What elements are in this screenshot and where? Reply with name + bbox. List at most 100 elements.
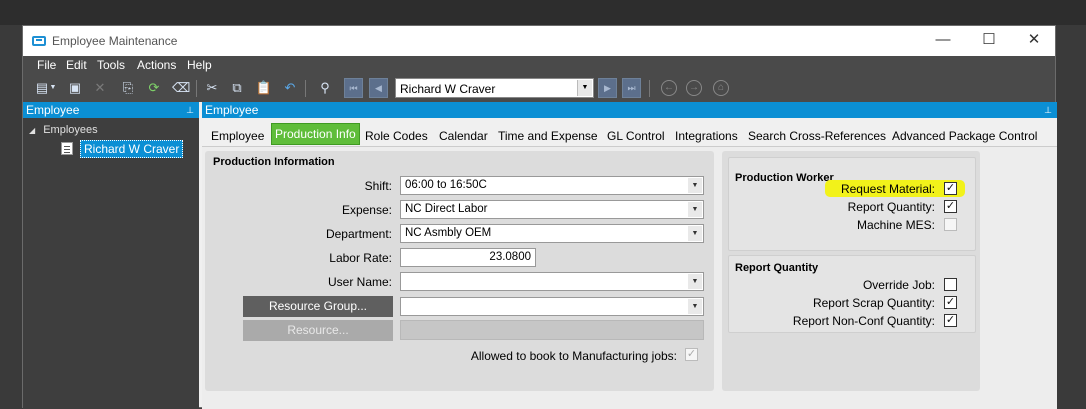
employee-maintenance-window: Employee Maintenance — ☐ ✕ File Edit Too… (22, 25, 1057, 409)
save-icon[interactable]: ▣ (66, 79, 84, 97)
tab-advanced-package-control[interactable]: Advanced Package Control (892, 129, 1037, 143)
allowed-mfg-checkbox: ✓ (685, 348, 698, 361)
menu-help[interactable]: Help (187, 58, 212, 72)
back-icon[interactable]: ← (661, 80, 677, 96)
tree-root-label: Employees (43, 124, 98, 136)
machine-mes-label: Machine MES: (856, 218, 935, 232)
toolbar: ▤ ▼ ▣ ✕ ⎘ ⟳ ⌫ ✂ ⧉ 📋 ↶ ⚲ ⏮ ◀ Richard W Cr… (23, 75, 1055, 102)
tree-expand-icon[interactable]: ◢ (29, 126, 35, 135)
production-worker-title: Production Worker (735, 172, 834, 184)
chevron-down-icon[interactable]: ▼ (688, 274, 702, 289)
shift-value: 06:00 to 16:50C (405, 179, 487, 191)
previous-record-icon[interactable]: ◀ (369, 78, 388, 98)
tab-gl-control[interactable]: GL Control (607, 129, 665, 143)
department-label: Department: (325, 227, 392, 241)
tree-panel-header: Employee ⊥ (23, 102, 199, 118)
chevron-down-icon[interactable]: ▼ (688, 202, 702, 217)
chevron-down-icon[interactable]: ▼ (688, 178, 702, 193)
clear-icon[interactable]: ⌫ (172, 79, 190, 97)
resource-button: Resource... (243, 320, 393, 341)
report-nonconf-label: Report Non-Conf Quantity: (792, 314, 935, 328)
resource-group-button[interactable]: Resource Group... (243, 296, 393, 317)
attach-icon[interactable]: ⎘ (119, 79, 137, 97)
user-name-label: User Name: (327, 275, 392, 289)
report-quantity-title: Report Quantity (735, 262, 819, 274)
window-title: Employee Maintenance (52, 34, 178, 48)
report-quantity-checkbox[interactable]: ✓ (944, 200, 957, 213)
production-worker-box: Production Worker Request Material: ✓ Re… (728, 157, 976, 251)
user-name-dropdown[interactable]: ▼ (400, 272, 704, 291)
tab-production-info[interactable]: Production Info (271, 123, 360, 145)
toolbar-separator (649, 80, 650, 97)
toolbar-separator (196, 80, 197, 97)
desktop-strip (0, 0, 1086, 25)
production-worker-group: Production Worker Request Material: ✓ Re… (722, 151, 980, 391)
paste-icon[interactable]: 📋 (255, 79, 273, 97)
tree-panel-title: Employee (26, 103, 80, 117)
shift-dropdown[interactable]: 06:00 to 16:50C ▼ (400, 176, 704, 195)
chevron-down-icon[interactable]: ▼ (688, 226, 702, 241)
next-record-icon[interactable]: ▶ (598, 78, 617, 98)
pin-icon[interactable]: ⊥ (186, 102, 194, 118)
report-scrap-checkbox[interactable]: ✓ (944, 296, 957, 309)
tab-employee[interactable]: Employee (211, 129, 264, 143)
menu-tools[interactable]: Tools (97, 58, 125, 72)
record-selector[interactable]: Richard W Craver ▼ (395, 78, 594, 98)
pin-icon[interactable]: ⊥ (1044, 102, 1052, 118)
employee-detail-panel: Employee ⊥ Employee Production Info Role… (202, 102, 1057, 409)
cut-icon[interactable]: ✂ (203, 79, 221, 97)
undo-icon[interactable]: ↶ (281, 79, 299, 97)
tab-search-cross-references[interactable]: Search Cross-References (748, 129, 886, 143)
home-icon[interactable]: ⌂ (713, 80, 729, 96)
override-job-checkbox[interactable] (944, 278, 957, 291)
machine-mes-checkbox (944, 218, 957, 231)
report-nonconf-checkbox[interactable]: ✓ (944, 314, 957, 327)
first-record-icon[interactable]: ⏮ (344, 78, 363, 98)
report-quantity-label: Report Quantity: (847, 200, 935, 214)
production-information-group: Production Information Shift: 06:00 to 1… (205, 151, 714, 391)
menu-actions[interactable]: Actions (137, 58, 176, 72)
allowed-mfg-label: Allowed to book to Manufacturing jobs: (470, 349, 677, 363)
tree-item-label[interactable]: Richard W Craver (80, 140, 184, 158)
copy-icon[interactable]: ⧉ (228, 79, 246, 97)
tab-integrations[interactable]: Integrations (675, 129, 738, 143)
menu-edit[interactable]: Edit (66, 58, 87, 72)
labor-rate-input[interactable]: 23.0800 (400, 248, 536, 267)
last-record-icon[interactable]: ⏭ (622, 78, 641, 98)
resource-group-dropdown[interactable]: ▼ (400, 297, 704, 316)
record-selector-value: Richard W Craver (400, 82, 496, 96)
chevron-down-icon[interactable]: ▼ (688, 299, 702, 314)
employee-tree-panel: Employee ⊥ ◢ Employees Richard W Craver (23, 102, 199, 409)
report-quantity-box: Report Quantity Override Job: Report Scr… (728, 255, 976, 333)
menu-file[interactable]: File (37, 58, 56, 72)
production-info-content: Production Information Shift: 06:00 to 1… (202, 147, 1057, 409)
delete-icon[interactable]: ✕ (91, 79, 109, 97)
forward-icon[interactable]: → (686, 80, 702, 96)
minimize-button[interactable]: — (920, 26, 966, 56)
menu-bar: File Edit Tools Actions Help (23, 56, 1055, 75)
shift-label: Shift: (364, 179, 392, 193)
request-material-checkbox[interactable]: ✓ (944, 182, 957, 195)
new-dropdown-icon[interactable]: ▼ (49, 79, 57, 97)
close-button[interactable]: ✕ (1011, 26, 1057, 56)
department-dropdown[interactable]: NC Asmbly OEM ▼ (400, 224, 704, 243)
chevron-down-icon[interactable]: ▼ (577, 80, 592, 96)
request-material-label: Request Material: (840, 182, 935, 196)
expense-value: NC Direct Labor (405, 203, 488, 215)
report-scrap-label: Report Scrap Quantity: (812, 296, 935, 310)
detail-panel-title: Employee (205, 103, 259, 117)
detail-panel-header: Employee ⊥ (202, 102, 1057, 118)
expense-dropdown[interactable]: NC Direct Labor ▼ (400, 200, 704, 219)
labor-rate-label: Labor Rate: (329, 251, 392, 265)
tab-role-codes[interactable]: Role Codes (365, 129, 428, 143)
tab-calendar[interactable]: Calendar (439, 129, 488, 143)
override-job-label: Override Job: (862, 278, 935, 292)
refresh-icon[interactable]: ⟳ (145, 79, 163, 97)
title-bar: Employee Maintenance — ☐ ✕ (23, 26, 1055, 56)
maximize-button[interactable]: ☐ (966, 26, 1012, 56)
tree-root-employees[interactable]: ◢ Employees (29, 124, 98, 136)
search-binoculars-icon[interactable]: ⚲ (316, 79, 334, 97)
production-information-title: Production Information (213, 156, 335, 168)
toolbar-separator (305, 80, 306, 97)
tab-time-and-expense[interactable]: Time and Expense (498, 129, 598, 143)
